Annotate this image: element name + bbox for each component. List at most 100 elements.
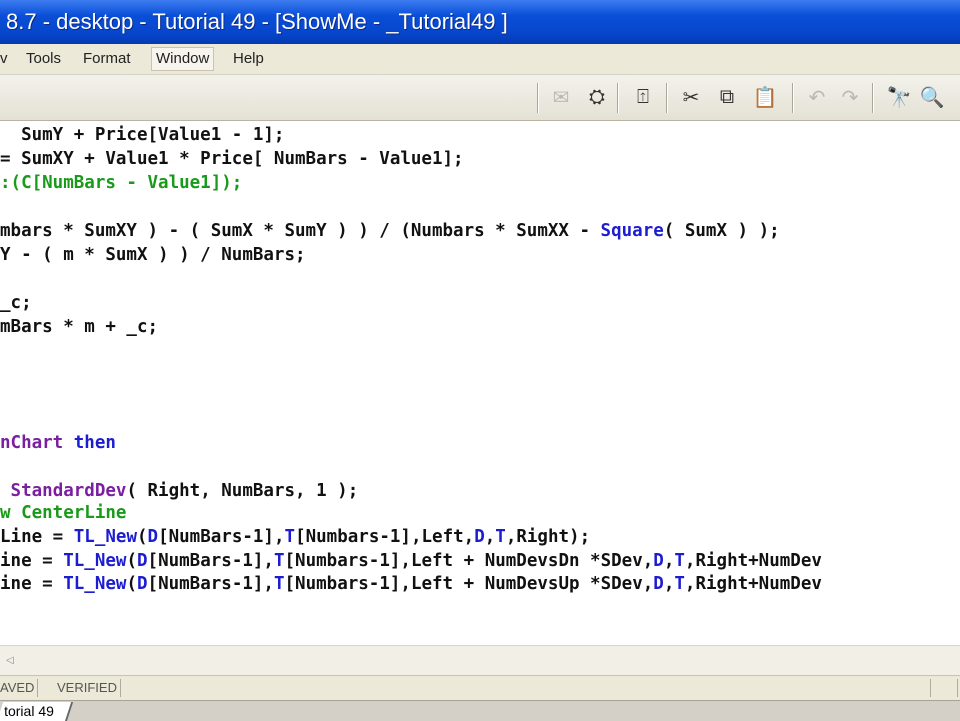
code-token: TL_New — [63, 551, 127, 571]
code-token: [Numbars-1],Left + NumDevsDn *SDev, — [284, 551, 654, 571]
code-token: Square — [600, 221, 664, 241]
status-resize-grip — [930, 679, 958, 697]
redo-icon: ↷ — [841, 86, 859, 109]
code-token: [Numbars-1],Left, — [295, 527, 475, 547]
code-token: then — [73, 433, 116, 453]
code-token: T — [495, 527, 506, 547]
document-tab-bar: torial 49 — [0, 700, 960, 721]
code-token: _c; — [0, 293, 32, 313]
code-line[interactable]: = SumXY + Value1 * Price[ NumBars - Valu… — [0, 148, 464, 170]
code-token: T — [674, 551, 685, 571]
find-icon: 🔭 — [886, 86, 912, 109]
code-token: ( — [136, 527, 148, 547]
code-token: [NumBars-1], — [147, 574, 274, 594]
code-line[interactable]: nChart then — [0, 432, 116, 454]
status-bar: AVED VERIFIED — [0, 675, 960, 701]
code-token: T — [674, 574, 685, 594]
code-line[interactable]: :(C[NumBars - Value1]); — [0, 172, 242, 194]
copy-button[interactable]: ⧉ — [713, 83, 741, 111]
toolbar-separator — [537, 83, 538, 113]
code-line[interactable]: Y - ( m * SumX ) ) / NumBars; — [0, 244, 306, 266]
copy-icon: ⧉ — [719, 85, 735, 108]
tab-tutorial-49[interactable]: torial 49 — [0, 702, 73, 721]
code-token: mbars * SumXY ) - ( SumX * SumY ) ) / (N… — [0, 221, 601, 241]
code-line[interactable]: mBars * m + _c; — [0, 316, 158, 338]
cut-icon: ✂ — [682, 86, 700, 109]
paste-icon: 📋 — [752, 86, 778, 109]
code-line[interactable]: ine = TL_New(D[NumBars-1],T[Numbars-1],L… — [0, 573, 822, 595]
code-token: , — [663, 574, 675, 594]
code-token: ine = — [0, 574, 64, 594]
code-token: , — [663, 551, 675, 571]
menu-format[interactable]: Format — [79, 48, 135, 70]
code-token: D — [653, 574, 664, 594]
menu-tools[interactable]: Tools — [22, 48, 65, 70]
code-token: ( — [126, 574, 137, 594]
code-token: T — [273, 574, 285, 594]
code-token: Line = — [0, 527, 74, 547]
menu-help[interactable]: Help — [229, 48, 268, 70]
code-token: [NumBars-1], — [147, 551, 274, 571]
code-line[interactable]: StandardDev( Right, NumBars, 1 ); — [0, 480, 359, 502]
toolbar-separator — [872, 83, 873, 113]
find-replace-icon: 🔍 — [919, 86, 945, 109]
code-token: , — [484, 527, 496, 547]
scroll-left-icon[interactable]: ◁ — [6, 655, 14, 666]
code-token: D — [136, 551, 148, 571]
code-line[interactable]: SumY + Price[Value1 - 1]; — [0, 124, 284, 146]
toolbar-separator — [617, 83, 618, 113]
code-editor[interactable]: SumY + Price[Value1 - 1]; = SumXY + Value… — [0, 121, 960, 645]
insert-button[interactable]: ⍐ — [629, 83, 657, 111]
code-token: nChart — [0, 433, 74, 453]
code-token: ,Right+NumDev — [684, 574, 822, 594]
code-token: T — [284, 527, 296, 547]
menu-view[interactable]: v — [0, 48, 12, 70]
title-bar: 8.7 - desktop - Tutorial 49 - [ShowMe - … — [0, 0, 960, 44]
horizontal-scrollbar[interactable]: ◁ — [0, 645, 960, 676]
code-token: SumY + Price[Value1 - 1]; — [0, 125, 285, 145]
code-token: D — [653, 551, 664, 571]
code-token: mBars * m + _c; — [0, 317, 159, 337]
code-token: = SumXY + Value1 * Price[ NumBars - Valu… — [0, 149, 464, 169]
toolbar-separator — [792, 83, 793, 113]
code-token: ine = — [0, 551, 64, 571]
status-saved: AVED — [0, 679, 39, 697]
window-title: 8.7 - desktop - Tutorial 49 - [ShowMe - … — [6, 9, 508, 34]
code-token: ( — [126, 551, 137, 571]
status-verified: VERIFIED — [54, 679, 121, 697]
undo-icon: ↶ — [808, 86, 826, 109]
code-token: StandardDev — [10, 481, 127, 501]
code-line[interactable]: mbars * SumXY ) - ( SumX * SumY ) ) / (N… — [0, 220, 780, 242]
code-token: [NumBars-1], — [158, 527, 285, 547]
menu-window[interactable]: Window — [151, 47, 215, 71]
toolbar: ✉ ⛭ ⍐ ✂ ⧉ 📋 ↶ ↷ 🔭 🔍 — [0, 75, 960, 121]
code-token: ,Right+NumDev — [684, 551, 822, 571]
code-token: ( Right, NumBars, 1 ); — [126, 481, 359, 501]
properties-icon: ⛭ — [589, 85, 605, 108]
code-token: TL_New — [63, 574, 127, 594]
code-token: T — [273, 551, 285, 571]
find-replace-button[interactable]: 🔍 — [918, 83, 946, 111]
cut-button[interactable]: ✂ — [677, 83, 705, 111]
code-token: D — [147, 527, 159, 547]
toolbar-separator — [666, 83, 667, 113]
code-token: :(C[NumBars - Value1]); — [0, 173, 243, 193]
code-line[interactable]: Line = TL_New(D[NumBars-1],T[Numbars-1],… — [0, 526, 590, 548]
code-line[interactable]: _c; — [0, 292, 32, 314]
insert-icon: ⍐ — [637, 85, 649, 108]
code-token: Y - ( m * SumX ) ) / NumBars; — [0, 245, 306, 265]
paste-button[interactable]: 📋 — [751, 83, 779, 111]
code-line[interactable]: w CenterLine — [0, 502, 126, 524]
code-token: TL_New — [73, 527, 137, 547]
code-token: ,Right); — [505, 527, 591, 547]
code-token: D — [136, 574, 148, 594]
checklist-button[interactable]: ✉ — [547, 83, 575, 111]
find-button[interactable]: 🔭 — [885, 83, 913, 111]
properties-button[interactable]: ⛭ — [583, 83, 611, 111]
redo-button[interactable]: ↷ — [836, 83, 864, 111]
code-token: w CenterLine — [0, 503, 127, 523]
code-line[interactable]: ine = TL_New(D[NumBars-1],T[Numbars-1],L… — [0, 550, 822, 572]
code-token: [Numbars-1],Left + NumDevsUp *SDev, — [284, 574, 654, 594]
undo-button[interactable]: ↶ — [803, 83, 831, 111]
